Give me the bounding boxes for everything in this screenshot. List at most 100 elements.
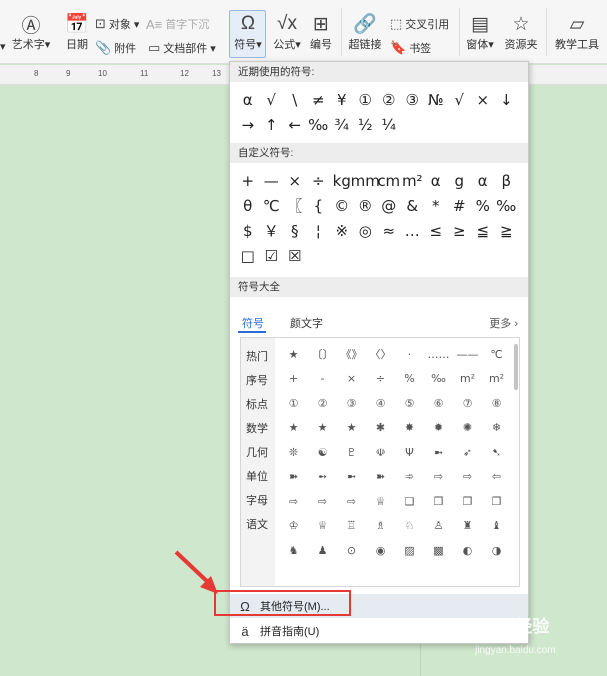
category-math[interactable]: 数学 [246, 420, 268, 436]
art-text-button[interactable]: Ⓐ 艺术字▾ [12, 10, 51, 52]
symbol-cell[interactable]: ◎ [354, 218, 378, 243]
symbol-cell[interactable]: ② [308, 391, 337, 416]
symbol-cell[interactable]: ⇨ [337, 489, 366, 514]
symbol-cell[interactable]: ‰ [307, 112, 331, 137]
symbol-cell[interactable]: ❑ [395, 489, 424, 514]
symbol-cell[interactable]: — [260, 168, 284, 193]
symbol-cell[interactable]: ➻ [308, 465, 337, 490]
teach-tools-button[interactable]: ▱ 教学工具 [552, 10, 602, 52]
symbol-cell[interactable]: ☑ [260, 243, 284, 268]
symbol-cell[interactable]: ♕ [308, 514, 337, 539]
symbol-cell[interactable]: % [395, 367, 424, 392]
symbol-cell[interactable]: ❄ [482, 416, 511, 441]
symbol-cell[interactable]: ☯ [308, 440, 337, 465]
symbol-cell[interactable]: g [448, 168, 472, 193]
symbol-cell[interactable]: § [283, 218, 307, 243]
symbol-cell[interactable]: Ψ [395, 440, 424, 465]
symbol-cell[interactable]: # [448, 193, 472, 218]
symbol-cell[interactable]: $ [236, 218, 260, 243]
symbol-cell[interactable]: ➾ [395, 465, 424, 490]
symbol-cell[interactable]: … [401, 218, 425, 243]
symbol-cell[interactable]: + [236, 168, 260, 193]
hyperlink-button[interactable]: 🔗 超链接 [347, 10, 383, 52]
symbol-cell[interactable]: ③ [337, 391, 366, 416]
cross-ref-button[interactable]: ⬚ 交叉引用 [390, 16, 449, 32]
symbol-library-scrollbar[interactable] [513, 340, 519, 584]
symbol-cell[interactable]: m² [482, 367, 511, 392]
symbol-button[interactable]: Ω 符号▾ [230, 10, 266, 52]
symbol-cell[interactable]: ★ [279, 416, 308, 441]
bookmark-button[interactable]: 🔖 书签 [390, 40, 431, 56]
symbol-cell[interactable]: ¥ [330, 87, 354, 112]
symbol-cell[interactable]: m² [401, 168, 425, 193]
symbol-cell[interactable]: · [395, 342, 424, 367]
symbol-cell[interactable]: 《》 [337, 342, 366, 367]
symbol-cell[interactable]: ⇨ [424, 465, 453, 490]
category-punctuation[interactable]: 标点 [246, 396, 268, 412]
symbol-cell[interactable]: ★ [279, 342, 308, 367]
symbol-cell[interactable]: ￥ [260, 218, 284, 243]
symbol-cell[interactable]: ★ [308, 416, 337, 441]
symbol-cell[interactable]: × [337, 367, 366, 392]
symbol-cell[interactable]: ♘ [395, 514, 424, 539]
symbol-cell[interactable]: ③ [401, 87, 425, 112]
symbol-cell[interactable]: ➽ [366, 465, 395, 490]
symbol-cell[interactable]: β [495, 168, 519, 193]
category-chinese[interactable]: 语文 [246, 516, 268, 532]
object-button[interactable]: ⊡ 对象 ▾ [95, 16, 139, 32]
symbol-cell[interactable]: ① [354, 87, 378, 112]
symbol-cell[interactable]: ⑧ [482, 391, 511, 416]
symbol-cell[interactable]: √ [260, 87, 284, 112]
symbol-cell[interactable]: ← [283, 112, 307, 137]
symbol-cell[interactable]: - [308, 367, 337, 392]
symbol-cell[interactable]: ➼ [424, 440, 453, 465]
symbol-cell[interactable]: ♟ [308, 538, 337, 563]
symbol-cell[interactable]: ◐ [453, 538, 482, 563]
symbol-cell[interactable]: ◉ [366, 538, 395, 563]
symbol-cell[interactable]: ‰ [495, 193, 519, 218]
symbol-cell[interactable]: & [401, 193, 425, 218]
category-hot[interactable]: 热门 [246, 348, 268, 364]
form-button[interactable]: ▤ 窗体▾ [463, 10, 497, 52]
symbol-cell[interactable]: ◑ [482, 538, 511, 563]
symbol-cell[interactable]: ℃ [260, 193, 284, 218]
symbol-cell[interactable]: ② [377, 87, 401, 112]
symbol-cell[interactable]: ® [354, 193, 378, 218]
symbol-cell[interactable]: …… [424, 342, 453, 367]
symbol-cell[interactable]: ↑ [260, 112, 284, 137]
symbol-cell[interactable]: ④ [366, 391, 395, 416]
symbol-cell[interactable]: ⇨ [453, 465, 482, 490]
symbol-cell[interactable]: ÷ [366, 367, 395, 392]
symbol-cell[interactable]: α [236, 87, 260, 112]
symbol-cell[interactable]: ➷ [482, 440, 511, 465]
symbol-cell[interactable]: 〔〕 [308, 342, 337, 367]
symbol-cell[interactable]: mm [351, 168, 380, 193]
symbol-cell[interactable]: √ [448, 87, 472, 112]
symbol-cell[interactable]: % [471, 193, 495, 218]
symbol-cell[interactable]: ⇦ [482, 465, 511, 490]
symbol-cell[interactable]: ✺ [453, 416, 482, 441]
symbol-cell[interactable]: 〖 [283, 193, 307, 218]
symbol-cell[interactable]: ① [279, 391, 308, 416]
symbol-cell[interactable]: ⇨ [308, 489, 337, 514]
symbol-cell[interactable]: ⑦ [453, 391, 482, 416]
tab-symbols[interactable]: 符号 [242, 315, 264, 331]
category-unit[interactable]: 单位 [246, 468, 268, 484]
symbol-cell[interactable]: @ [377, 193, 401, 218]
date-button[interactable]: 📅 日期 [62, 10, 92, 52]
symbol-cell[interactable]: ⑥ [424, 391, 453, 416]
symbol-cell[interactable]: + [279, 367, 308, 392]
symbol-cell[interactable]: ♗ [366, 514, 395, 539]
symbol-cell[interactable]: № [424, 87, 448, 112]
symbol-cell[interactable]: ¼ [377, 112, 401, 137]
symbol-cell[interactable]: ♖ [337, 514, 366, 539]
symbol-cell[interactable]: ➽ [279, 465, 308, 490]
symbol-cell[interactable]: ♝ [482, 514, 511, 539]
symbol-cell[interactable]: ♕ [366, 489, 395, 514]
scrollbar-thumb[interactable] [514, 344, 518, 390]
symbol-cell[interactable]: ÷ [307, 168, 331, 193]
symbol-cell[interactable]: ≤ [424, 218, 448, 243]
symbol-cell[interactable]: → [236, 112, 260, 137]
symbol-cell[interactable]: \ [283, 87, 307, 112]
symbol-cell[interactable]: ♇ [337, 440, 366, 465]
